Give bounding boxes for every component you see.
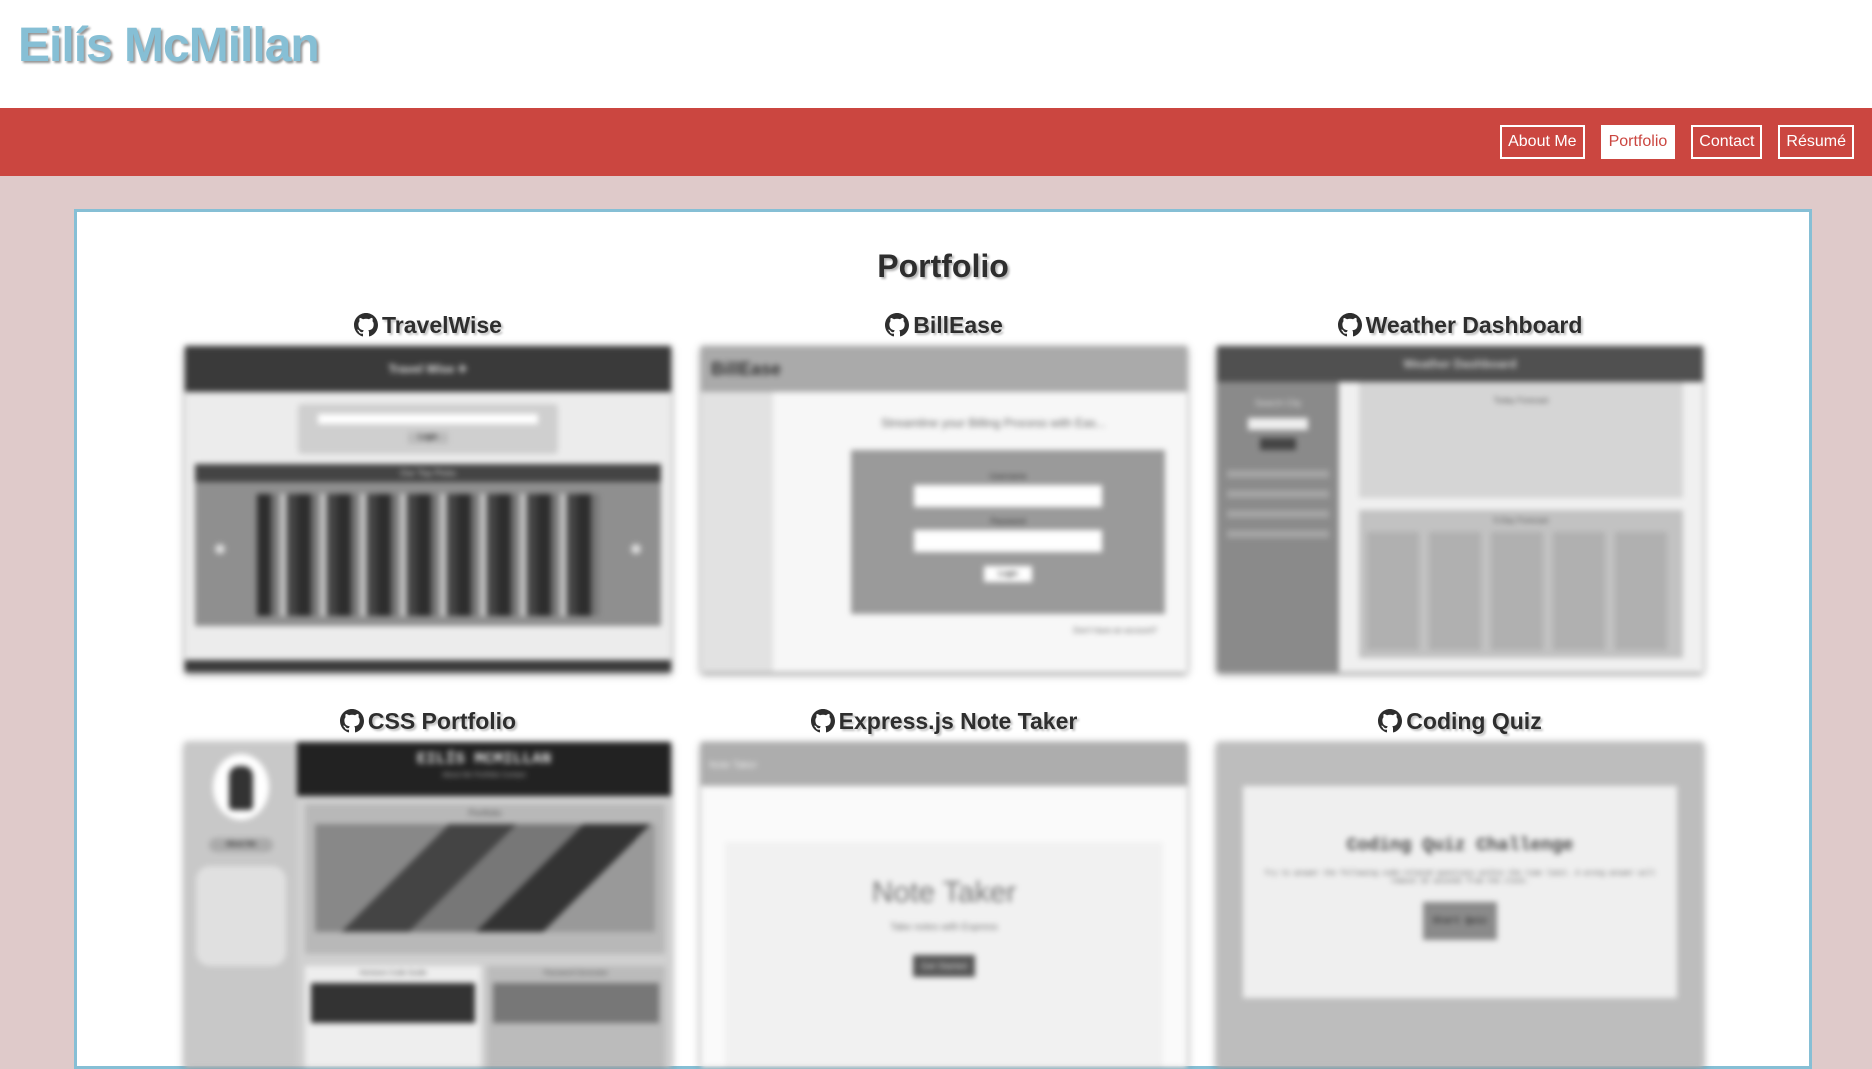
preview-title: Note Taker (871, 876, 1017, 909)
project-card-note-taker: Express.js Note Taker Note Taker Note Ta… (701, 704, 1187, 1068)
preview-nav: About Me Portfolio Contact (442, 772, 526, 779)
preview-text: Try to answer the following code-related… (1264, 870, 1656, 886)
github-icon (1337, 313, 1362, 337)
project-title-travelwise: TravelWise (382, 311, 502, 338)
preview-header: Note Taker (709, 760, 758, 771)
preview-button: Login (984, 566, 1032, 582)
project-screenshot-billease[interactable]: BillEase Streamline your Billing Process… (701, 346, 1187, 672)
site-header: Eilís McMillan (0, 0, 1872, 108)
github-icon (885, 313, 910, 337)
preview-field1-label: Username (989, 472, 1027, 481)
github-icon (354, 313, 378, 337)
project-screenshot-css-portfolio[interactable]: About Me EILÍS MCMILLAN About Me Portfol… (185, 742, 671, 1068)
preview-button: Start Quiz (1422, 902, 1497, 940)
nav-link-contact[interactable]: Contact (1691, 125, 1763, 159)
project-title-note-taker: Express.js Note Taker (838, 707, 1078, 734)
portfolio-heading: Portfolio (877, 248, 1009, 284)
project-link-billease[interactable]: BillEase (701, 308, 1187, 342)
project-card-travelwise: TravelWise Travel Wise ✈ Login Our Top P… (185, 308, 671, 672)
preview-header: Weather Dashboard (1403, 357, 1517, 371)
portfolio-section: Portfolio TravelWise Travel Wise ✈ Login… (74, 209, 1812, 1069)
preview-tagline: Streamline your Billing Process with Eas… (881, 416, 1106, 430)
project-screenshot-note-taker[interactable]: Note Taker Note Taker Take notes with Ex… (701, 742, 1187, 1068)
nav-link-portfolio[interactable]: Portfolio (1600, 125, 1676, 159)
github-icon (339, 709, 364, 733)
preview-forecast-label: 5-Day Forecast (1493, 516, 1549, 525)
preview-card2: Password Generator (543, 970, 609, 977)
project-link-css-portfolio[interactable]: CSS Portfolio (185, 704, 671, 738)
preview-current-label: Today Forecast (1493, 396, 1549, 405)
github-icon (1378, 709, 1403, 733)
project-title-billease: BillEase (913, 311, 1003, 338)
preview-header: Travel Wise ✈ (388, 362, 468, 376)
preview-header: EILÍS MCMILLAN (416, 750, 552, 768)
nav-link-resume[interactable]: Résumé (1778, 125, 1854, 159)
preview-footer: Don't have an account? (1073, 626, 1157, 635)
project-card-weather-dashboard: Weather Dashboard Weather Dashboard Sear… (1217, 308, 1703, 672)
project-screenshot-travelwise[interactable]: Travel Wise ✈ Login Our Top Picks (185, 346, 671, 672)
project-screenshot-coding-quiz[interactable]: Coding Quiz Challenge Try to answer the … (1217, 742, 1703, 1068)
preview-section: Portfolio (468, 808, 502, 818)
github-icon (810, 709, 835, 733)
project-title-weather-dashboard: Weather Dashboard (1365, 311, 1583, 338)
preview-sidebar-button: About Me (209, 838, 273, 852)
preview-field2-label: Password (990, 517, 1026, 526)
preview-button: Login (408, 432, 448, 444)
project-card-billease: BillEase BillEase Streamline your Billin… (701, 308, 1187, 672)
preview-subtitle: Take notes with Express (890, 922, 998, 933)
project-card-css-portfolio: CSS Portfolio About Me EILÍS MCMILLAN Ab… (185, 704, 671, 1068)
project-title-coding-quiz: Coding Quiz (1406, 707, 1542, 734)
preview-logo: BillEase (711, 358, 782, 379)
nav-link-about-me[interactable]: About Me (1500, 125, 1585, 159)
preview-button: Get Started (912, 955, 976, 977)
project-link-note-taker[interactable]: Express.js Note Taker (701, 704, 1187, 738)
project-title-css-portfolio: CSS Portfolio (367, 707, 517, 734)
project-link-coding-quiz[interactable]: Coding Quiz (1217, 704, 1703, 738)
preview-banner: Our Top Picks (195, 464, 661, 482)
project-link-weather-dashboard[interactable]: Weather Dashboard (1217, 308, 1703, 342)
project-screenshot-weather-dashboard[interactable]: Weather Dashboard Search City Today Fore… (1217, 346, 1703, 672)
preview-card1: Horiseon Code Guide (359, 970, 427, 977)
project-link-travelwise[interactable]: TravelWise (185, 308, 671, 342)
project-card-coding-quiz: Coding Quiz Coding Quiz Challenge Try to… (1217, 704, 1703, 1068)
site-title: Eilís McMillan (18, 19, 320, 72)
nav-bar: About Me Portfolio Contact Résumé (0, 108, 1872, 176)
preview-sidebar-label: Search City (1254, 398, 1302, 408)
preview-title: Coding Quiz Challenge (1346, 836, 1574, 856)
